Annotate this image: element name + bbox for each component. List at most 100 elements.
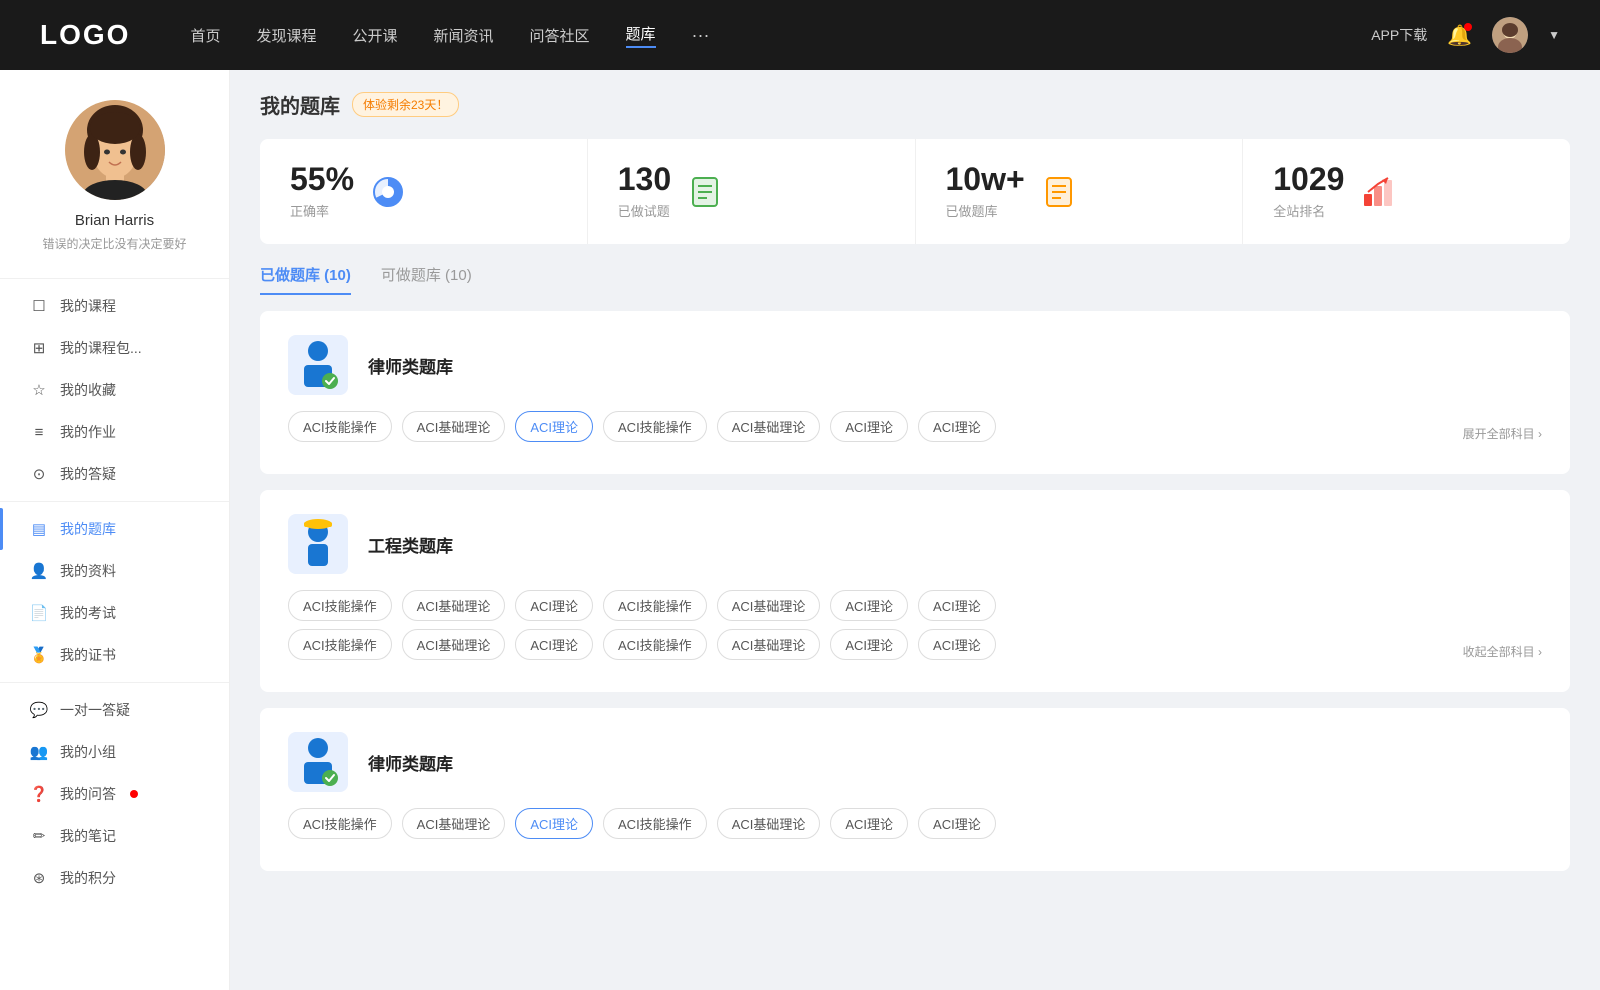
sidebar-divider-2 bbox=[0, 501, 229, 502]
tag-2-0-6[interactable]: ACI理论 bbox=[918, 590, 996, 621]
tag-2-0-1[interactable]: ACI基础理论 bbox=[402, 590, 506, 621]
favorites-icon: ☆ bbox=[30, 381, 48, 399]
sidebar-item-my-group[interactable]: 👥 我的小组 bbox=[0, 731, 229, 773]
tab-done-banks[interactable]: 已做题库 (10) bbox=[260, 264, 351, 295]
bank-title-2: 工程类题库 bbox=[368, 532, 453, 557]
my-group-icon: 👥 bbox=[30, 743, 48, 761]
bank-card-3-header: 律师类题库 bbox=[288, 732, 1542, 792]
tag-1-0-2[interactable]: ACI理论 bbox=[515, 411, 593, 442]
tag-3-0-0[interactable]: ACI技能操作 bbox=[288, 808, 392, 839]
tag-2-1-3[interactable]: ACI技能操作 bbox=[603, 629, 707, 660]
sidebar-item-course-package[interactable]: ⊞ 我的课程包... bbox=[0, 327, 229, 369]
stat-ranking: 1029 全站排名 bbox=[1243, 139, 1570, 244]
nav-menu: 首页 发现课程 公开课 新闻资讯 问答社区 题库 ··· bbox=[190, 23, 1371, 48]
tag-1-0-3[interactable]: ACI技能操作 bbox=[603, 411, 707, 442]
tag-2-1-4[interactable]: ACI基础理论 bbox=[717, 629, 821, 660]
stats-row: 55% 正确率 130 已做试题 bbox=[260, 139, 1570, 244]
sidebar-item-favorites[interactable]: ☆ 我的收藏 bbox=[0, 369, 229, 411]
sidebar-item-label: 我的课程 bbox=[60, 296, 116, 316]
notification-bell[interactable]: 🔔 bbox=[1447, 23, 1472, 48]
sidebar-item-label: 我的课程包... bbox=[60, 338, 142, 358]
ranking-icon bbox=[1360, 174, 1396, 210]
nav-discover[interactable]: 发现课程 bbox=[256, 25, 316, 46]
user-dropdown-arrow[interactable]: ▼ bbox=[1548, 28, 1560, 42]
notification-dot bbox=[1464, 23, 1472, 31]
bank-icon-lawyer-1 bbox=[288, 335, 348, 395]
tag-3-0-2[interactable]: ACI理论 bbox=[515, 808, 593, 839]
sidebar-item-notes[interactable]: ✏ 我的笔记 bbox=[0, 815, 229, 857]
sidebar-item-my-questions[interactable]: ❓ 我的问答 bbox=[0, 773, 229, 815]
tag-2-0-2[interactable]: ACI理论 bbox=[515, 590, 593, 621]
nav-more[interactable]: ··· bbox=[692, 25, 710, 46]
tag-1-0-6[interactable]: ACI理论 bbox=[918, 411, 996, 442]
stat-done-banks-value: 10w+ bbox=[946, 163, 1025, 195]
nav-news[interactable]: 新闻资讯 bbox=[434, 25, 494, 46]
tag-3-0-1[interactable]: ACI基础理论 bbox=[402, 808, 506, 839]
sidebar-item-exam[interactable]: 📄 我的考试 bbox=[0, 592, 229, 634]
sidebar-item-my-course[interactable]: ☐ 我的课程 bbox=[0, 285, 229, 327]
tag-3-0-3[interactable]: ACI技能操作 bbox=[603, 808, 707, 839]
sidebar-item-homework[interactable]: ≡ 我的作业 bbox=[0, 411, 229, 453]
sidebar-item-label: 我的证书 bbox=[60, 645, 116, 665]
sidebar-item-question-bank[interactable]: ▤ 我的题库 bbox=[0, 508, 229, 550]
sidebar-item-qa[interactable]: ⊙ 我的答疑 bbox=[0, 453, 229, 495]
question-bank-icon: ▤ bbox=[30, 520, 48, 538]
my-data-icon: 👤 bbox=[30, 562, 48, 580]
section-header: 我的题库 体验剩余23天！ bbox=[260, 90, 1570, 119]
sidebar-username: Brian Harris bbox=[75, 212, 154, 229]
tag-3-0-5[interactable]: ACI理论 bbox=[830, 808, 908, 839]
tag-2-1-0[interactable]: ACI技能操作 bbox=[288, 629, 392, 660]
tag-1-0-5[interactable]: ACI理论 bbox=[830, 411, 908, 442]
expand-link-2[interactable]: 收起全部科目 › bbox=[1463, 643, 1542, 660]
bank-tags-row-3-0: ACI技能操作 ACI基础理论 ACI理论 ACI技能操作 ACI基础理论 AC… bbox=[288, 808, 1542, 839]
bank-tags-row-1-0: ACI技能操作 ACI基础理论 ACI理论 ACI技能操作 ACI基础理论 AC… bbox=[288, 411, 1542, 442]
trial-badge: 体验剩余23天！ bbox=[352, 92, 459, 117]
tag-2-1-6[interactable]: ACI理论 bbox=[918, 629, 996, 660]
bank-icon-engineer bbox=[288, 514, 348, 574]
stat-done-questions-label: 已做试题 bbox=[618, 201, 671, 220]
stat-accuracy-value: 55% bbox=[290, 163, 354, 195]
stat-done-banks-label: 已做题库 bbox=[946, 201, 1025, 220]
tag-2-0-4[interactable]: ACI基础理论 bbox=[717, 590, 821, 621]
tag-2-1-1[interactable]: ACI基础理论 bbox=[402, 629, 506, 660]
my-course-icon: ☐ bbox=[30, 297, 48, 315]
tab-available-banks[interactable]: 可做题库 (10) bbox=[381, 264, 472, 295]
tabs-row: 已做题库 (10) 可做题库 (10) bbox=[260, 264, 1570, 295]
nav-home[interactable]: 首页 bbox=[190, 25, 220, 46]
tag-2-0-0[interactable]: ACI技能操作 bbox=[288, 590, 392, 621]
tag-2-0-5[interactable]: ACI理论 bbox=[830, 590, 908, 621]
tutoring-icon: 💬 bbox=[30, 701, 48, 719]
nav-qa[interactable]: 问答社区 bbox=[530, 25, 590, 46]
tag-1-0-4[interactable]: ACI基础理论 bbox=[717, 411, 821, 442]
main-content: 我的题库 体验剩余23天！ 55% 正确率 bbox=[230, 70, 1600, 990]
nav-opencourse[interactable]: 公开课 bbox=[352, 25, 397, 46]
bank-tags-row-2-1: ACI技能操作 ACI基础理论 ACI理论 ACI技能操作 ACI基础理论 AC… bbox=[288, 629, 1542, 660]
course-package-icon: ⊞ bbox=[30, 339, 48, 357]
user-avatar-nav[interactable] bbox=[1492, 17, 1528, 53]
sidebar-item-points[interactable]: ⊛ 我的积分 bbox=[0, 857, 229, 899]
tag-3-0-6[interactable]: ACI理论 bbox=[918, 808, 996, 839]
qa-icon: ⊙ bbox=[30, 465, 48, 483]
navbar: LOGO 首页 发现课程 公开课 新闻资讯 问答社区 题库 ··· APP下载 … bbox=[0, 0, 1600, 70]
sidebar-divider-1 bbox=[0, 278, 229, 279]
nav-questionbank[interactable]: 题库 bbox=[626, 23, 656, 48]
tag-3-0-4[interactable]: ACI基础理论 bbox=[717, 808, 821, 839]
sidebar-item-my-data[interactable]: 👤 我的资料 bbox=[0, 550, 229, 592]
tag-2-0-3[interactable]: ACI技能操作 bbox=[603, 590, 707, 621]
sidebar-item-tutoring[interactable]: 💬 一对一答疑 bbox=[0, 689, 229, 731]
bank-card-2: 工程类题库 ACI技能操作 ACI基础理论 ACI理论 ACI技能操作 ACI基… bbox=[260, 490, 1570, 692]
app-download-button[interactable]: APP下载 bbox=[1371, 25, 1427, 45]
bank-title-3: 律师类题库 bbox=[368, 750, 453, 775]
tag-2-1-5[interactable]: ACI理论 bbox=[830, 629, 908, 660]
tag-1-0-0[interactable]: ACI技能操作 bbox=[288, 411, 392, 442]
sidebar: Brian Harris 错误的决定比没有决定要好 ☐ 我的课程 ⊞ 我的课程包… bbox=[0, 70, 230, 990]
sidebar-item-label: 我的题库 bbox=[60, 519, 116, 539]
notes-icon: ✏ bbox=[30, 827, 48, 845]
tag-2-1-2[interactable]: ACI理论 bbox=[515, 629, 593, 660]
sidebar-item-certificate[interactable]: 🏅 我的证书 bbox=[0, 634, 229, 676]
tag-1-0-1[interactable]: ACI基础理论 bbox=[402, 411, 506, 442]
sidebar-item-label: 我的作业 bbox=[60, 422, 116, 442]
done-questions-icon bbox=[687, 174, 723, 210]
sidebar-item-label: 我的积分 bbox=[60, 868, 116, 888]
expand-link-1[interactable]: 展开全部科目 › bbox=[1463, 425, 1542, 442]
